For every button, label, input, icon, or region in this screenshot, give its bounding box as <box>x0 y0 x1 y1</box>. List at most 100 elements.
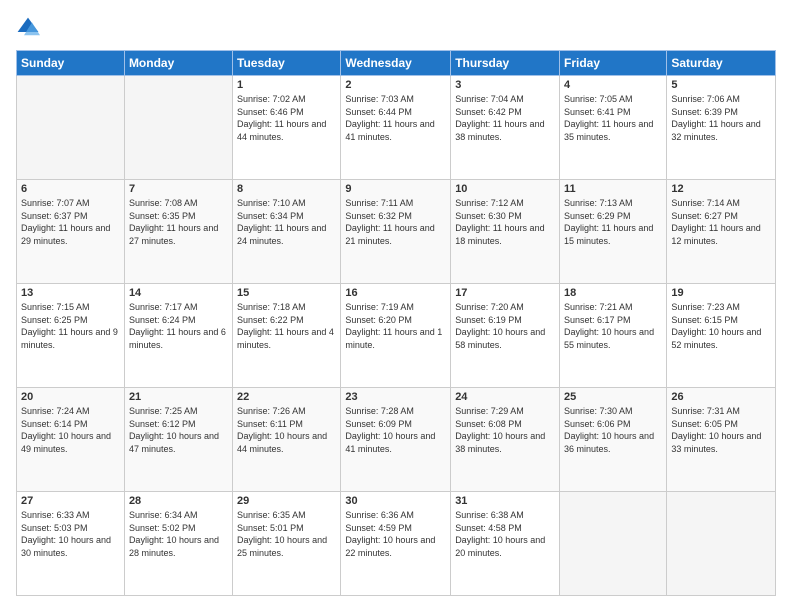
calendar-week-row: 27 Sunrise: 6:33 AM Sunset: 5:03 PM Dayli… <box>17 492 776 596</box>
day-number: 22 <box>237 391 336 403</box>
weekday-header: Tuesday <box>233 51 341 76</box>
day-info: Sunrise: 7:12 AM Sunset: 6:30 PM Dayligh… <box>455 197 555 247</box>
calendar-cell: 17Sunrise: 7:20 AM Sunset: 6:19 PM Dayli… <box>451 284 560 388</box>
calendar-cell: 23 Sunrise: 7:28 AM Sunset: 6:09 PM Dayli… <box>341 388 451 492</box>
calendar-cell <box>124 76 232 180</box>
day-info: Sunrise: 7:02 AM Sunset: 6:46 PM Dayligh… <box>237 93 336 143</box>
day-number: 25 <box>564 391 662 403</box>
day-info: Sunrise: 7:28 AM Sunset: 6:09 PM Dayligh… <box>345 405 446 455</box>
day-number: 23 <box>345 391 446 403</box>
calendar-page: SundayMondayTuesdayWednesdayThursdayFrid… <box>0 0 792 612</box>
day-info: Sunrise: 7:29 AM Sunset: 6:08 PM Dayligh… <box>455 405 555 455</box>
calendar-cell: 14Sunrise: 7:17 AM Sunset: 6:24 PM Dayli… <box>124 284 232 388</box>
day-number: 31 <box>455 495 555 507</box>
calendar-cell: 10 Sunrise: 7:12 AM Sunset: 6:30 PM Dayli… <box>451 180 560 284</box>
day-number: 3 <box>455 79 555 91</box>
day-info: Sunrise: 7:06 AM Sunset: 6:39 PM Dayligh… <box>671 93 771 143</box>
day-number: 8 <box>237 183 336 195</box>
weekday-header: Friday <box>560 51 667 76</box>
day-number: 9 <box>345 183 446 195</box>
calendar-cell: 22Sunrise: 7:26 AM Sunset: 6:11 PM Dayli… <box>233 388 341 492</box>
calendar-cell: 26 Sunrise: 7:31 AM Sunset: 6:05 PM Dayli… <box>667 388 776 492</box>
day-number: 12 <box>671 183 771 195</box>
calendar-cell: 13 Sunrise: 7:15 AM Sunset: 6:25 PM Dayli… <box>17 284 125 388</box>
day-number: 1 <box>237 79 336 91</box>
day-info: Sunrise: 7:03 AM Sunset: 6:44 PM Dayligh… <box>345 93 446 143</box>
calendar-cell: 12 Sunrise: 7:14 AM Sunset: 6:27 PM Dayli… <box>667 180 776 284</box>
day-number: 16 <box>345 287 446 299</box>
calendar-cell: 25 Sunrise: 7:30 AM Sunset: 6:06 PM Dayli… <box>560 388 667 492</box>
calendar-cell: 24 Sunrise: 7:29 AM Sunset: 6:08 PM Dayli… <box>451 388 560 492</box>
day-info: Sunrise: 7:14 AM Sunset: 6:27 PM Dayligh… <box>671 197 771 247</box>
calendar-cell: 15 Sunrise: 7:18 AM Sunset: 6:22 PM Dayli… <box>233 284 341 388</box>
logo-icon <box>16 16 40 40</box>
day-number: 7 <box>129 183 228 195</box>
day-number: 24 <box>455 391 555 403</box>
weekday-header: Thursday <box>451 51 560 76</box>
calendar-cell: 9Sunrise: 7:11 AM Sunset: 6:32 PM Daylig… <box>341 180 451 284</box>
day-info: Sunrise: 7:18 AM Sunset: 6:22 PM Dayligh… <box>237 301 336 351</box>
day-info: Sunrise: 7:17 AM Sunset: 6:24 PM Dayligh… <box>129 301 228 351</box>
calendar-week-row: 20 Sunrise: 7:24 AM Sunset: 6:14 PM Dayli… <box>17 388 776 492</box>
calendar-cell: 29 Sunrise: 6:35 AM Sunset: 5:01 PM Dayli… <box>233 492 341 596</box>
day-number: 5 <box>671 79 771 91</box>
day-info: Sunrise: 7:23 AM Sunset: 6:15 PM Dayligh… <box>671 301 771 351</box>
day-info: Sunrise: 7:31 AM Sunset: 6:05 PM Dayligh… <box>671 405 771 455</box>
day-info: Sunrise: 6:38 AM Sunset: 4:58 PM Dayligh… <box>455 509 555 559</box>
day-info: Sunrise: 7:15 AM Sunset: 6:25 PM Dayligh… <box>21 301 120 351</box>
day-number: 2 <box>345 79 446 91</box>
day-number: 27 <box>21 495 120 507</box>
day-info: Sunrise: 7:04 AM Sunset: 6:42 PM Dayligh… <box>455 93 555 143</box>
calendar-week-row: 6 Sunrise: 7:07 AM Sunset: 6:37 PM Daylig… <box>17 180 776 284</box>
calendar-week-row: 13 Sunrise: 7:15 AM Sunset: 6:25 PM Dayli… <box>17 284 776 388</box>
day-info: Sunrise: 7:05 AM Sunset: 6:41 PM Dayligh… <box>564 93 662 143</box>
day-number: 29 <box>237 495 336 507</box>
day-info: Sunrise: 6:34 AM Sunset: 5:02 PM Dayligh… <box>129 509 228 559</box>
calendar-cell: 7Sunrise: 7:08 AM Sunset: 6:35 PM Daylig… <box>124 180 232 284</box>
calendar-cell <box>667 492 776 596</box>
day-info: Sunrise: 6:33 AM Sunset: 5:03 PM Dayligh… <box>21 509 120 559</box>
calendar-cell: 6 Sunrise: 7:07 AM Sunset: 6:37 PM Daylig… <box>17 180 125 284</box>
calendar-cell: 2 Sunrise: 7:03 AM Sunset: 6:44 PM Daylig… <box>341 76 451 180</box>
day-number: 6 <box>21 183 120 195</box>
weekday-header: Monday <box>124 51 232 76</box>
day-info: Sunrise: 7:24 AM Sunset: 6:14 PM Dayligh… <box>21 405 120 455</box>
calendar-cell: 8 Sunrise: 7:10 AM Sunset: 6:34 PM Daylig… <box>233 180 341 284</box>
day-info: Sunrise: 7:25 AM Sunset: 6:12 PM Dayligh… <box>129 405 228 455</box>
day-number: 10 <box>455 183 555 195</box>
day-info: Sunrise: 6:35 AM Sunset: 5:01 PM Dayligh… <box>237 509 336 559</box>
day-number: 20 <box>21 391 120 403</box>
day-number: 15 <box>237 287 336 299</box>
day-number: 13 <box>21 287 120 299</box>
weekday-header-row: SundayMondayTuesdayWednesdayThursdayFrid… <box>17 51 776 76</box>
calendar-cell: 27 Sunrise: 6:33 AM Sunset: 5:03 PM Dayli… <box>17 492 125 596</box>
day-number: 26 <box>671 391 771 403</box>
day-number: 30 <box>345 495 446 507</box>
calendar-cell: 21 Sunrise: 7:25 AM Sunset: 6:12 PM Dayli… <box>124 388 232 492</box>
calendar-cell <box>560 492 667 596</box>
calendar-cell: 19 Sunrise: 7:23 AM Sunset: 6:15 PM Dayli… <box>667 284 776 388</box>
day-number: 19 <box>671 287 771 299</box>
day-info: Sunrise: 7:07 AM Sunset: 6:37 PM Dayligh… <box>21 197 120 247</box>
day-number: 11 <box>564 183 662 195</box>
day-number: 21 <box>129 391 228 403</box>
calendar-cell: 4Sunrise: 7:05 AM Sunset: 6:41 PM Daylig… <box>560 76 667 180</box>
day-number: 18 <box>564 287 662 299</box>
calendar-cell: 18Sunrise: 7:21 AM Sunset: 6:17 PM Dayli… <box>560 284 667 388</box>
day-info: Sunrise: 7:30 AM Sunset: 6:06 PM Dayligh… <box>564 405 662 455</box>
calendar-cell <box>17 76 125 180</box>
calendar-table: SundayMondayTuesdayWednesdayThursdayFrid… <box>16 50 776 596</box>
day-number: 17 <box>455 287 555 299</box>
weekday-header: Saturday <box>667 51 776 76</box>
day-info: Sunrise: 7:19 AM Sunset: 6:20 PM Dayligh… <box>345 301 446 351</box>
day-number: 28 <box>129 495 228 507</box>
calendar-week-row: 1 Sunrise: 7:02 AM Sunset: 6:46 PM Daylig… <box>17 76 776 180</box>
calendar-cell: 30 Sunrise: 6:36 AM Sunset: 4:59 PM Dayli… <box>341 492 451 596</box>
day-info: Sunrise: 6:36 AM Sunset: 4:59 PM Dayligh… <box>345 509 446 559</box>
calendar-cell: 1 Sunrise: 7:02 AM Sunset: 6:46 PM Daylig… <box>233 76 341 180</box>
day-info: Sunrise: 7:10 AM Sunset: 6:34 PM Dayligh… <box>237 197 336 247</box>
weekday-header: Wednesday <box>341 51 451 76</box>
weekday-header: Sunday <box>17 51 125 76</box>
calendar-cell: 31 Sunrise: 6:38 AM Sunset: 4:58 PM Dayli… <box>451 492 560 596</box>
calendar-cell: 16 Sunrise: 7:19 AM Sunset: 6:20 PM Dayli… <box>341 284 451 388</box>
